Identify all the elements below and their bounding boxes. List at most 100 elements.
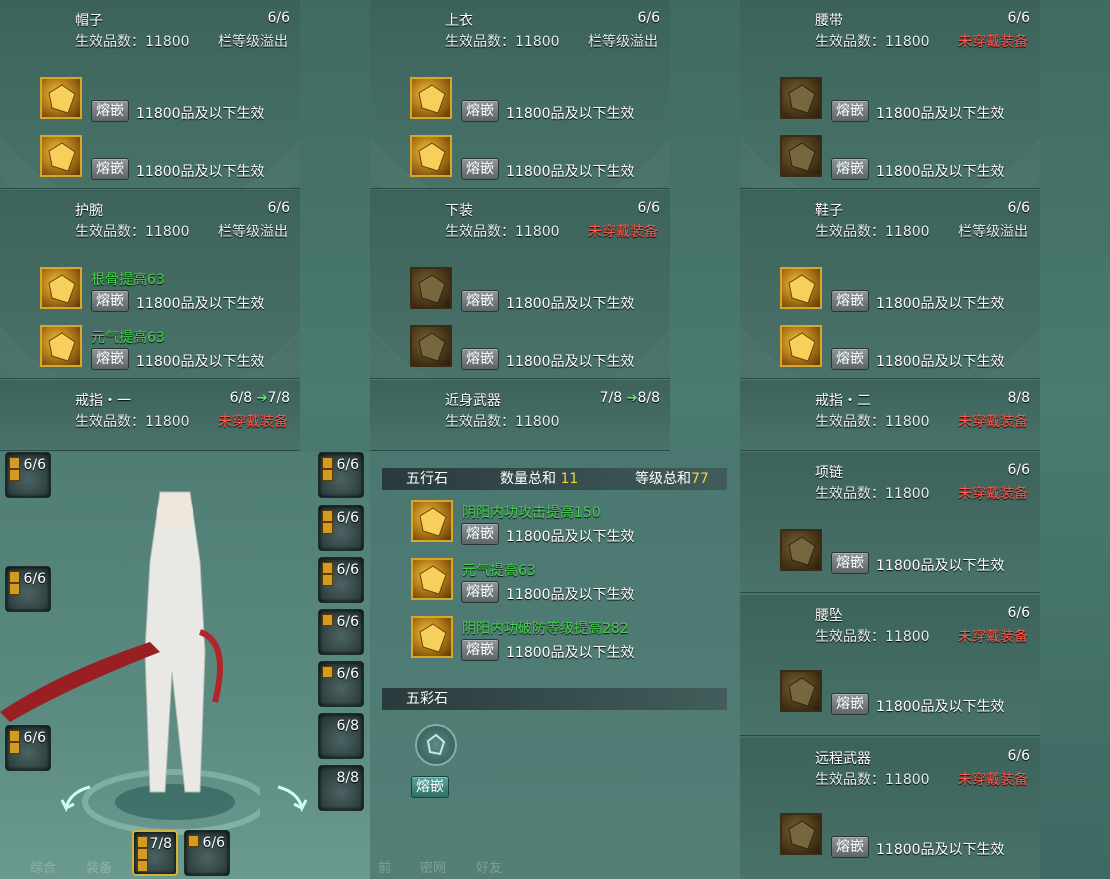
panel-count: 6/6 <box>1007 605 1030 621</box>
gem-bonus: 元气提高63 <box>462 563 536 579</box>
panel-title: 鞋子 <box>815 203 843 219</box>
gem-icon <box>788 84 816 114</box>
gem-slot[interactable] <box>410 135 452 177</box>
effect-label: 生效品数：11800 <box>815 629 930 645</box>
panel-wrist: 护腕 6/6 生效品数：11800 栏等级溢出 根骨提高63 熔嵌 11800品… <box>0 190 300 379</box>
status-text: 未穿戴装备 <box>958 486 1028 502</box>
inlay-button[interactable]: 熔嵌 <box>831 290 869 312</box>
upgrade-arrow-icon: ➔ <box>626 391 638 406</box>
inlay-button[interactable]: 熔嵌 <box>461 100 499 122</box>
gem-icon <box>788 142 816 172</box>
equip-slot[interactable]: 6/8 <box>318 713 364 759</box>
panel-shoes: 鞋子 6/6 生效品数：11800 栏等级溢出 熔嵌 11800品及以下生效 熔… <box>740 190 1040 379</box>
rotate-left-icon[interactable] <box>60 782 96 812</box>
status-text: 栏等级溢出 <box>958 224 1028 240</box>
panel-title: 上衣 <box>445 13 473 29</box>
panel-count: 6/6 <box>1007 200 1030 216</box>
gem-slot[interactable] <box>780 325 822 367</box>
panel-melee: 近身武器 7/8 ➔8/8 生效品数：11800 <box>370 380 670 451</box>
inlay-button[interactable]: 熔嵌 <box>91 290 129 312</box>
gem-slot[interactable] <box>40 135 82 177</box>
gem-slot[interactable] <box>780 813 822 855</box>
wucai-inlay-button[interactable]: 熔嵌 <box>411 776 449 798</box>
inlay-button[interactable]: 熔嵌 <box>831 552 869 574</box>
panel-count: 6/8 ➔7/8 <box>229 390 290 406</box>
gem-icon <box>418 332 446 362</box>
panel-ring2: 戒指・二 8/8 生效品数：11800 未穿戴装备 <box>740 380 1040 451</box>
inlay-button[interactable]: 熔嵌 <box>91 158 129 180</box>
inlay-button[interactable]: 熔嵌 <box>461 523 499 545</box>
gem-icon <box>48 84 76 114</box>
inlay-button[interactable]: 熔嵌 <box>91 348 129 370</box>
gem-slot[interactable] <box>411 500 453 542</box>
inlay-button[interactable]: 熔嵌 <box>461 639 499 661</box>
gem-icon <box>419 623 447 653</box>
wuxing-header: 五行石 数量总和 11 等级总和77 <box>382 468 727 490</box>
inlay-button[interactable]: 熔嵌 <box>831 100 869 122</box>
gem-icon <box>788 332 816 362</box>
effect-label: 生效品数：11800 <box>445 414 560 430</box>
inlay-button[interactable]: 熔嵌 <box>831 348 869 370</box>
character-model[interactable] <box>0 472 260 852</box>
equip-slot[interactable]: 6/6 <box>5 725 51 771</box>
inlay-button[interactable]: 熔嵌 <box>461 348 499 370</box>
gem-slot[interactable] <box>410 325 452 367</box>
effect-label: 生效品数：11800 <box>815 486 930 502</box>
status-text: 未穿戴装备 <box>958 34 1028 50</box>
panel-count: 6/6 <box>637 10 660 26</box>
gem-bonus: 阴阳内功攻击提高150 <box>462 505 601 521</box>
inlay-button[interactable]: 熔嵌 <box>831 836 869 858</box>
equip-slot[interactable]: 8/8 <box>318 765 364 811</box>
inlay-button[interactable]: 熔嵌 <box>831 158 869 180</box>
inlay-button[interactable]: 熔嵌 <box>831 693 869 715</box>
status-text: 未穿戴装备 <box>958 772 1028 788</box>
equip-slot[interactable]: 6/6 <box>318 505 364 551</box>
equip-slot[interactable]: 6/6 <box>5 566 51 612</box>
rotate-right-icon[interactable] <box>272 782 308 812</box>
gem-slot[interactable] <box>411 616 453 658</box>
panel-necklace: 项链 6/6 生效品数：11800 未穿戴装备 熔嵌 11800品及以下生效 <box>740 452 1040 593</box>
footer-tab[interactable]: 装备 <box>86 857 112 876</box>
effect-text: 11800品及以下生效 <box>506 164 635 180</box>
equip-slot[interactable]: 6/6 <box>318 661 364 707</box>
gem-slot[interactable] <box>780 77 822 119</box>
footer-tab[interactable]: 好友 <box>476 857 502 876</box>
wucai-slot[interactable] <box>415 724 457 766</box>
status-text: 栏等级溢出 <box>588 34 658 50</box>
footer-tab[interactable]: 密网 <box>420 857 446 876</box>
gem-slot[interactable] <box>40 325 82 367</box>
effect-text: 11800品及以下生效 <box>506 354 635 370</box>
gem-slot[interactable] <box>780 529 822 571</box>
panel-title: 近身武器 <box>445 393 501 409</box>
equip-slot[interactable]: 6/6 <box>318 609 364 655</box>
gem-slot[interactable] <box>40 77 82 119</box>
panel-count: 7/8 ➔8/8 <box>599 390 660 406</box>
inlay-button[interactable]: 熔嵌 <box>461 581 499 603</box>
gem-slot[interactable] <box>780 135 822 177</box>
gem-summary-area: 五行石 数量总和 11 等级总和77 阴阳内功攻击提高150 熔嵌 11800品… <box>30 452 740 879</box>
effect-text: 11800品及以下生效 <box>136 106 265 122</box>
gem-slot[interactable] <box>780 670 822 712</box>
inlay-button[interactable]: 熔嵌 <box>91 100 129 122</box>
gem-slot[interactable] <box>411 558 453 600</box>
gem-slot[interactable] <box>410 77 452 119</box>
footer-tab[interactable]: 前 <box>378 857 391 876</box>
panel-title: 腰带 <box>815 13 843 29</box>
gem-slot[interactable] <box>780 267 822 309</box>
gem-icon <box>418 142 446 172</box>
gem-slot[interactable] <box>40 267 82 309</box>
footer-tab[interactable]: 综合 <box>30 857 56 876</box>
effect-text: 11800品及以下生效 <box>876 354 1005 370</box>
inlay-button[interactable]: 熔嵌 <box>461 158 499 180</box>
panel-pants: 下装 6/6 生效品数：11800 未穿戴装备 熔嵌 11800品及以下生效 熔… <box>370 190 670 379</box>
status-text: 未穿戴装备 <box>588 224 658 240</box>
gem-icon <box>788 677 816 707</box>
effect-text: 11800品及以下生效 <box>136 296 265 312</box>
effect-label: 生效品数：11800 <box>815 414 930 430</box>
equip-slot[interactable]: 6/6 <box>318 557 364 603</box>
inlay-button[interactable]: 熔嵌 <box>461 290 499 312</box>
equip-slot[interactable]: 6/6 <box>318 452 364 498</box>
equip-slot[interactable]: 6/6 <box>5 452 51 498</box>
gem-slot[interactable] <box>410 267 452 309</box>
panel-title: 下装 <box>445 203 473 219</box>
